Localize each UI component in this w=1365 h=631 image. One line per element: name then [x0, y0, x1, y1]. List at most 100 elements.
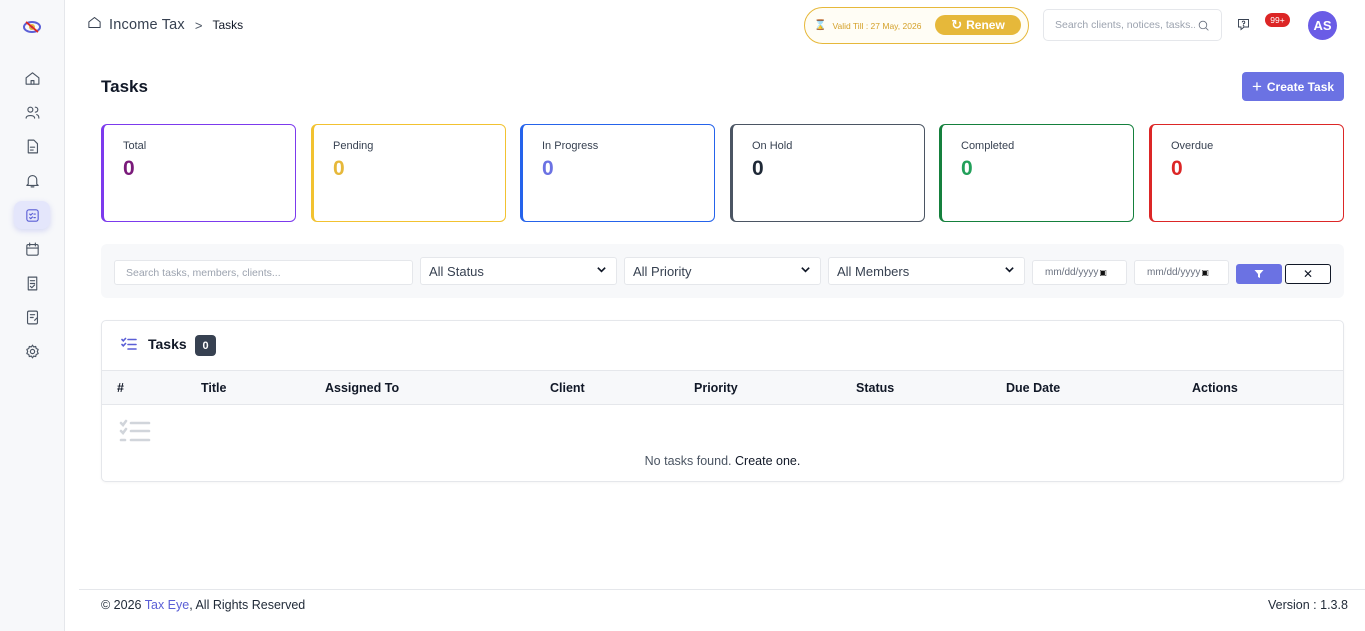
stat-card-overdue[interactable]: Overdue 0	[1149, 124, 1344, 222]
users-icon	[25, 106, 39, 119]
column-header-number[interactable]: #	[117, 381, 124, 395]
stat-value: 0	[123, 157, 135, 180]
task-list-icon	[25, 208, 39, 222]
sidebar-item-forms[interactable]	[20, 305, 44, 329]
sidebar-item-clients[interactable]	[20, 100, 44, 124]
create-task-label: Create Task	[1266, 79, 1335, 94]
sidebar	[0, 0, 65, 631]
stat-card-in-progress[interactable]: In Progress 0	[520, 124, 715, 222]
stat-label: Pending	[333, 140, 374, 152]
stat-value: 0	[1171, 157, 1183, 180]
renew-button[interactable]: ↻ Renew	[935, 15, 1021, 35]
calendar-icon[interactable]: ▣	[1099, 268, 1107, 277]
breadcrumb-root[interactable]: Income Tax	[109, 17, 185, 33]
status-select[interactable]: All Status	[420, 257, 617, 285]
sidebar-item-documents[interactable]	[20, 134, 44, 158]
bell-icon	[25, 174, 39, 187]
breadcrumb: Income Tax > Tasks	[87, 14, 243, 36]
sidebar-item-settings[interactable]	[20, 339, 44, 363]
global-search[interactable]	[1043, 9, 1222, 41]
hourglass-icon: ⌛	[814, 20, 827, 31]
calendar-icon	[25, 242, 39, 256]
column-header-client[interactable]: Client	[550, 381, 585, 395]
column-header-due-date[interactable]: Due Date	[1006, 381, 1060, 395]
column-header-status[interactable]: Status	[856, 381, 894, 395]
taxeye-logo-icon[interactable]	[20, 14, 44, 38]
create-one-link[interactable]: Create one.	[735, 454, 800, 468]
rights-text: , All Rights Reserved	[189, 598, 306, 612]
column-header-actions: Actions	[1192, 381, 1238, 395]
sidebar-item-tasks[interactable]	[14, 201, 50, 229]
tasks-panel-header: Tasks 0	[102, 321, 1343, 371]
gear-icon	[25, 344, 39, 358]
brand-link[interactable]: Tax Eye	[145, 598, 189, 612]
task-search-input[interactable]	[114, 260, 413, 285]
stat-card-on-hold[interactable]: On Hold 0	[730, 124, 925, 222]
sidebar-item-calendar[interactable]	[20, 237, 44, 261]
breadcrumb-separator: >	[194, 17, 203, 33]
plus-icon: +	[1251, 77, 1262, 96]
members-select-value: All Members	[837, 263, 910, 279]
stat-card-pending[interactable]: Pending 0	[311, 124, 506, 222]
apply-filter-button[interactable]	[1236, 264, 1282, 284]
empty-list-icon	[119, 418, 151, 444]
table-header: # Title Assigned To Client Priority Stat…	[102, 370, 1343, 405]
document-icon	[27, 139, 38, 153]
renew-label: Renew	[966, 18, 1005, 32]
task-list-icon	[121, 336, 137, 352]
priority-select[interactable]: All Priority	[624, 257, 821, 285]
members-select[interactable]: All Members	[828, 257, 1025, 285]
stat-value: 0	[542, 157, 554, 180]
validity-text: Valid Till : 27 May, 2026	[832, 20, 922, 31]
tasks-panel-title: Tasks	[148, 336, 187, 352]
column-header-title[interactable]: Title	[201, 381, 226, 395]
stat-label: Overdue	[1171, 140, 1214, 152]
search-icon[interactable]	[1197, 19, 1210, 32]
sidebar-item-reports[interactable]	[20, 271, 44, 295]
column-header-priority[interactable]: Priority	[694, 381, 738, 395]
subscription-validity: ⌛ Valid Till : 27 May, 2026 ↻ Renew	[804, 7, 1029, 44]
avatar[interactable]: AS	[1308, 11, 1337, 40]
date-from-input[interactable]: mm/dd/yyyy ▣	[1032, 260, 1127, 285]
sidebar-item-home[interactable]	[20, 66, 44, 90]
column-header-assigned-to[interactable]: Assigned To	[325, 381, 399, 395]
stat-value: 0	[961, 157, 973, 180]
stat-card-total[interactable]: Total 0	[101, 124, 296, 222]
sidebar-item-notices[interactable]	[20, 168, 44, 192]
copyright-prefix: © 2026	[101, 598, 142, 612]
footer-divider	[79, 589, 1365, 590]
date-from-placeholder: mm/dd/yyyy	[1045, 267, 1099, 278]
refresh-icon: ↻	[951, 17, 963, 32]
page-title: Tasks	[101, 77, 148, 96]
chevron-down-icon	[800, 264, 811, 278]
stat-label: On Hold	[752, 140, 793, 152]
help-icon[interactable]	[1236, 17, 1251, 32]
global-search-input[interactable]	[1055, 19, 1195, 31]
chevron-down-icon	[1004, 264, 1015, 278]
app-version: Version : 1.3.8	[1268, 598, 1348, 612]
stat-value: 0	[333, 157, 345, 180]
home-icon[interactable]	[87, 15, 102, 35]
stat-label: In Progress	[542, 140, 599, 152]
date-to-input[interactable]: mm/dd/yyyy ▣	[1134, 260, 1229, 285]
empty-state-text: No tasks found.	[644, 454, 732, 468]
checklist-icon	[27, 276, 37, 290]
form-icon	[26, 310, 38, 324]
calendar-icon[interactable]: ▣	[1201, 268, 1209, 277]
priority-select-value: All Priority	[633, 263, 692, 279]
empty-state-message: No tasks found. Create one.	[102, 454, 1343, 468]
date-to-placeholder: mm/dd/yyyy	[1147, 267, 1201, 278]
filter-icon	[1254, 270, 1264, 278]
status-select-value: All Status	[429, 263, 484, 279]
stat-card-completed[interactable]: Completed 0	[939, 124, 1134, 222]
home-icon	[25, 71, 39, 85]
stat-label: Completed	[961, 140, 1015, 152]
breadcrumb-current: Tasks	[212, 18, 244, 32]
create-task-button[interactable]: + Create Task	[1242, 72, 1344, 101]
filter-bar: All Status All Priority All Members mm/d…	[101, 244, 1344, 298]
notification-badge[interactable]: 99+	[1265, 13, 1290, 27]
footer-copyright: © 2026 Tax Eye, All Rights Reserved	[101, 598, 305, 612]
clear-filter-button[interactable]: ✕	[1285, 264, 1331, 284]
stat-value: 0	[752, 157, 764, 180]
close-icon: ✕	[1302, 267, 1314, 281]
